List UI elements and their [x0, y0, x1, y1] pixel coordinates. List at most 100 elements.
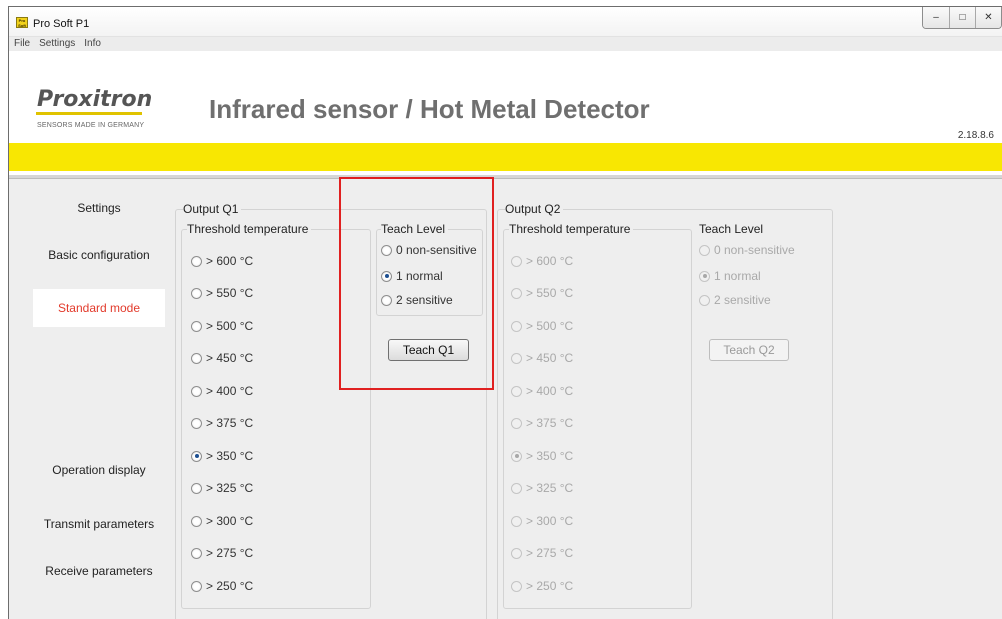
q2-threshold-title: Threshold temperature	[509, 222, 634, 236]
option-label: 2 sensitive	[714, 293, 771, 307]
radio-button[interactable]	[191, 417, 202, 429]
q1-threshold-option[interactable]: > 300 °C	[191, 514, 253, 528]
q2-threshold-option: > 600 °C	[511, 254, 573, 268]
option-label: > 350 °C	[206, 449, 254, 463]
radio-button	[511, 482, 522, 494]
radio-button	[511, 515, 522, 527]
q2-teach-level-title: Teach Level	[699, 222, 767, 236]
q2-threshold-option: > 275 °C	[511, 546, 573, 560]
radio-button[interactable]	[191, 515, 202, 527]
page-title: Infrared sensor / Hot Metal Detector	[209, 94, 650, 124]
main-content: Settings Basic configuration Standard mo…	[9, 177, 1002, 619]
logo-underline	[36, 112, 142, 115]
radio-button[interactable]	[191, 352, 202, 364]
teach-q2-button: Teach Q2	[709, 339, 789, 361]
q1-threshold-option[interactable]: > 325 °C	[191, 481, 253, 495]
sidebar-item-receive-parameters[interactable]: Receive parameters	[33, 564, 165, 578]
menu-info[interactable]: Info	[84, 37, 101, 51]
q2-threshold-option: > 500 °C	[511, 319, 573, 333]
radio-button-selected[interactable]	[191, 450, 202, 462]
option-label: > 375 °C	[206, 416, 254, 430]
output-q2-title: Output Q2	[505, 202, 564, 216]
radio-button[interactable]	[191, 255, 202, 267]
radio-button-selected	[511, 450, 522, 462]
option-label: 1 normal	[714, 269, 761, 283]
annotation-highlight-box	[339, 177, 494, 390]
radio-button	[511, 385, 522, 397]
option-label: > 275 °C	[526, 546, 574, 560]
option-label: > 550 °C	[206, 286, 254, 300]
app-window: Pro Soft Pro Soft P1 – □ ✕ File Settings …	[8, 6, 1002, 619]
close-button[interactable]: ✕	[975, 7, 1001, 28]
option-label: > 300 °C	[526, 514, 574, 528]
option-label: > 250 °C	[206, 579, 254, 593]
option-label: > 400 °C	[206, 384, 254, 398]
q1-threshold-option[interactable]: > 250 °C	[191, 579, 253, 593]
option-label: > 450 °C	[526, 351, 574, 365]
radio-button[interactable]	[191, 547, 202, 559]
menu-file[interactable]: File	[14, 37, 30, 51]
radio-button	[699, 244, 710, 256]
option-label: > 400 °C	[526, 384, 574, 398]
option-label: > 325 °C	[206, 481, 254, 495]
radio-button	[511, 255, 522, 267]
q2-threshold-option: > 350 °C	[511, 449, 573, 463]
window-title: Pro Soft P1	[33, 18, 90, 30]
option-label: > 275 °C	[206, 546, 254, 560]
q2-threshold-option: > 450 °C	[511, 351, 573, 365]
option-label: > 450 °C	[206, 351, 254, 365]
radio-button[interactable]	[191, 482, 202, 494]
option-label: > 250 °C	[526, 579, 574, 593]
radio-button[interactable]	[191, 385, 202, 397]
header: Proxitron SENSORS MADE IN GERMANY Infrar…	[9, 51, 1002, 143]
q2-teach-option: 2 sensitive	[699, 293, 771, 307]
option-label: > 600 °C	[526, 254, 574, 268]
q2-teach-option: 0 non-sensitive	[699, 243, 795, 257]
title-bar: Pro Soft Pro Soft P1 – □ ✕	[9, 7, 1002, 37]
q2-teach-option: 1 normal	[699, 269, 761, 283]
sidebar-item-standard-mode[interactable]: Standard mode	[33, 289, 165, 327]
q2-threshold-option: > 400 °C	[511, 384, 573, 398]
maximize-button[interactable]: □	[949, 7, 975, 28]
sidebar-item-operation-display[interactable]: Operation display	[33, 463, 165, 477]
option-label: > 550 °C	[526, 286, 574, 300]
q1-threshold-option[interactable]: > 400 °C	[191, 384, 253, 398]
option-label: > 600 °C	[206, 254, 254, 268]
app-icon: Pro Soft	[16, 17, 28, 28]
sidebar-item-settings[interactable]: Settings	[33, 201, 165, 215]
radio-button[interactable]	[191, 287, 202, 299]
radio-button	[511, 320, 522, 332]
q2-threshold-option: > 325 °C	[511, 481, 573, 495]
option-label: > 375 °C	[526, 416, 574, 430]
q1-threshold-option[interactable]: > 375 °C	[191, 416, 253, 430]
q1-threshold-option[interactable]: > 550 °C	[191, 286, 253, 300]
q1-threshold-option[interactable]: > 275 °C	[191, 546, 253, 560]
radio-button-selected	[699, 270, 710, 282]
q1-threshold-option[interactable]: > 350 °C	[191, 449, 253, 463]
output-q1-title: Output Q1	[183, 202, 242, 216]
menu-bar: File Settings Info	[9, 37, 1002, 51]
minimize-button[interactable]: –	[923, 7, 949, 28]
radio-button	[511, 580, 522, 592]
option-label: > 325 °C	[526, 481, 574, 495]
radio-button	[511, 287, 522, 299]
q1-threshold-option[interactable]: > 450 °C	[191, 351, 253, 365]
sidebar: Settings Basic configuration Standard mo…	[33, 179, 165, 619]
radio-button	[511, 417, 522, 429]
option-label: 0 non-sensitive	[714, 243, 795, 257]
window-controls: – □ ✕	[922, 7, 1002, 29]
q1-threshold-option[interactable]: > 500 °C	[191, 319, 253, 333]
q1-threshold-option[interactable]: > 600 °C	[191, 254, 253, 268]
radio-button[interactable]	[191, 580, 202, 592]
sidebar-item-transmit-parameters[interactable]: Transmit parameters	[33, 517, 165, 531]
radio-button	[511, 547, 522, 559]
brand-tagline: SENSORS MADE IN GERMANY	[37, 122, 145, 129]
sidebar-item-basic-configuration[interactable]: Basic configuration	[33, 248, 165, 262]
option-label: > 300 °C	[206, 514, 254, 528]
q2-threshold-option: > 300 °C	[511, 514, 573, 528]
menu-settings[interactable]: Settings	[39, 37, 75, 51]
q2-threshold-option: > 550 °C	[511, 286, 573, 300]
radio-button	[511, 352, 522, 364]
version-label: 2.18.8.6	[957, 130, 994, 141]
radio-button[interactable]	[191, 320, 202, 332]
